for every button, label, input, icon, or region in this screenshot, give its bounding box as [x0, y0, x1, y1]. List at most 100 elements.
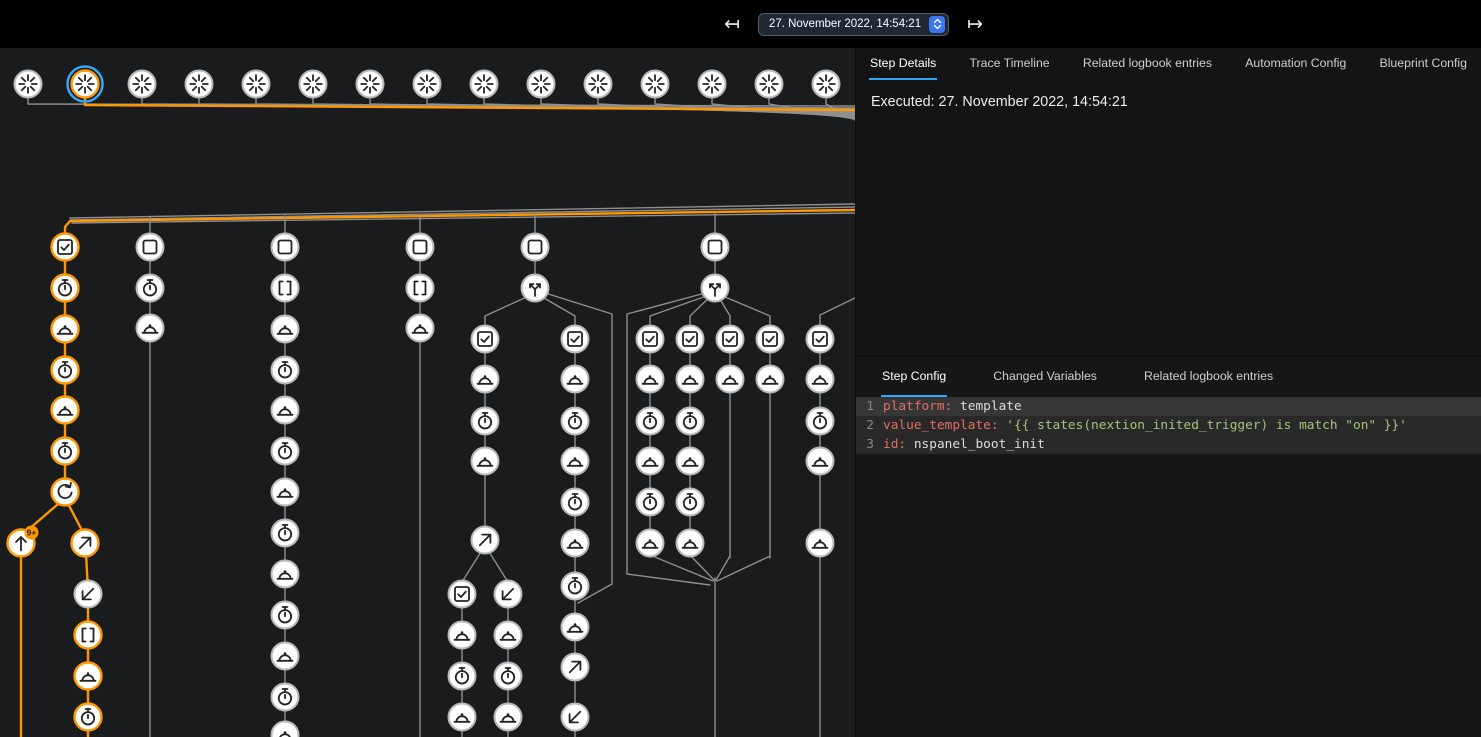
trace-node-timer[interactable]	[637, 408, 664, 435]
trace-node-condition[interactable]	[807, 326, 834, 353]
trace-node-trigger[interactable]	[699, 71, 726, 98]
trace-node-service[interactable]	[137, 315, 164, 342]
trace-node-timer[interactable]	[677, 489, 704, 516]
trace-node-timer[interactable]	[562, 573, 589, 600]
trace-node-condition[interactable]	[472, 326, 499, 353]
trace-node-timer[interactable]	[562, 408, 589, 435]
trace-node-service[interactable]	[272, 479, 299, 506]
trace-node-service[interactable]	[449, 704, 476, 731]
tab-related-logbook-entries[interactable]: Related logbook entries	[1082, 48, 1213, 80]
trace-node-timer[interactable]	[272, 602, 299, 629]
trace-node-timer[interactable]	[52, 275, 79, 302]
trace-node-service[interactable]	[272, 397, 299, 424]
trace-node-service[interactable]	[52, 316, 79, 343]
tab-step-config[interactable]: Step Config	[881, 357, 947, 397]
trace-node-arrow-up[interactable]: 9+	[8, 526, 39, 557]
tab-changed-variables[interactable]: Changed Variables	[992, 357, 1098, 397]
trace-node-service[interactable]	[472, 366, 499, 393]
trace-node-service[interactable]	[272, 561, 299, 588]
trace-node-condition[interactable]	[717, 326, 744, 353]
trace-node-service[interactable]	[75, 663, 102, 690]
trace-node-timer[interactable]	[449, 663, 476, 690]
trace-node-service[interactable]	[562, 448, 589, 475]
trace-node-service[interactable]	[677, 530, 704, 557]
run-select[interactable]: 27. November 2022, 14:54:21	[758, 13, 949, 36]
next-run-button[interactable]: ↦	[963, 13, 987, 36]
trace-node-service[interactable]	[677, 366, 704, 393]
trace-node-trigger[interactable]	[129, 71, 156, 98]
trace-node-trigger[interactable]	[642, 71, 669, 98]
trace-node-service[interactable]	[52, 397, 79, 424]
trace-node-trigger[interactable]	[186, 71, 213, 98]
previous-run-button[interactable]: ↤	[720, 13, 744, 36]
trace-node-service[interactable]	[272, 643, 299, 670]
trace-node-trigger[interactable]	[471, 71, 498, 98]
trace-node-service[interactable]	[562, 614, 589, 641]
trace-node-timer[interactable]	[75, 704, 102, 731]
trace-node-square[interactable]	[407, 234, 434, 261]
trace-node-service[interactable]	[495, 622, 522, 649]
trace-node-timer[interactable]	[562, 489, 589, 516]
trace-node-trigger[interactable]	[414, 71, 441, 98]
trace-node-arrow-down-left[interactable]	[562, 704, 589, 731]
trace-node-repeat[interactable]	[52, 479, 79, 506]
trace-node-arrow-up-right[interactable]	[472, 527, 499, 554]
trace-node-service[interactable]	[637, 530, 664, 557]
trace-node-timer[interactable]	[52, 357, 79, 384]
trace-node-service[interactable]	[495, 704, 522, 731]
trace-node-condition[interactable]	[757, 326, 784, 353]
trace-node-service[interactable]	[807, 530, 834, 557]
trace-node-brackets[interactable]	[272, 275, 299, 302]
trace-node-choose[interactable]	[702, 275, 729, 302]
trace-node-timer[interactable]	[52, 438, 79, 465]
trace-node-trigger[interactable]	[243, 71, 270, 98]
trace-node-service[interactable]	[562, 366, 589, 393]
trace-node-service[interactable]	[807, 448, 834, 475]
trace-node-timer[interactable]	[137, 275, 164, 302]
trace-node-timer[interactable]	[677, 408, 704, 435]
trace-node-service[interactable]	[472, 448, 499, 475]
trace-node-condition[interactable]	[449, 581, 476, 608]
trace-node-brackets[interactable]	[75, 622, 102, 649]
trace-node-condition[interactable]	[677, 326, 704, 353]
trace-node-square[interactable]	[522, 234, 549, 261]
trace-node-trigger[interactable]	[357, 71, 384, 98]
trace-node-service[interactable]	[717, 366, 744, 393]
trace-node-timer[interactable]	[807, 408, 834, 435]
trace-node-choose[interactable]	[522, 275, 549, 302]
trace-node-trigger[interactable]	[756, 71, 783, 98]
trace-node-service[interactable]	[637, 366, 664, 393]
trace-node-arrow-up-right[interactable]	[562, 654, 589, 681]
trace-node-arrow-up-right[interactable]	[72, 530, 99, 557]
trace-node-timer[interactable]	[637, 489, 664, 516]
trace-node-service[interactable]	[449, 622, 476, 649]
tab-trace-timeline[interactable]: Trace Timeline	[968, 48, 1050, 80]
trace-node-trigger[interactable]	[300, 71, 327, 98]
trace-node-timer[interactable]	[272, 438, 299, 465]
trace-node-square[interactable]	[137, 234, 164, 261]
trace-node-service[interactable]	[562, 530, 589, 557]
tab-blueprint-config[interactable]: Blueprint Config	[1379, 48, 1469, 80]
trace-node-timer[interactable]	[272, 357, 299, 384]
trace-node-square[interactable]	[702, 234, 729, 261]
trace-node-trigger[interactable]	[68, 67, 103, 102]
trace-node-trigger[interactable]	[15, 71, 42, 98]
tab-automation-config[interactable]: Automation Config	[1244, 48, 1347, 80]
trace-node-arrow-down-left[interactable]	[495, 581, 522, 608]
trace-node-timer[interactable]	[472, 408, 499, 435]
trace-node-service[interactable]	[757, 366, 784, 393]
trace-node-brackets[interactable]	[407, 275, 434, 302]
trace-node-timer[interactable]	[272, 684, 299, 711]
trace-node-square[interactable]	[272, 234, 299, 261]
trace-node-condition[interactable]	[562, 326, 589, 353]
trace-node-service[interactable]	[637, 448, 664, 475]
trace-node-timer[interactable]	[272, 520, 299, 547]
trace-node-condition[interactable]	[637, 326, 664, 353]
trace-node-arrow-down-left[interactable]	[75, 581, 102, 608]
trace-node-timer[interactable]	[495, 663, 522, 690]
trace-node-trigger[interactable]	[585, 71, 612, 98]
tab-related-logbook-entries[interactable]: Related logbook entries	[1143, 357, 1274, 397]
trace-node-condition[interactable]	[52, 234, 79, 261]
trace-node-service[interactable]	[407, 315, 434, 342]
trace-node-service[interactable]	[807, 366, 834, 393]
